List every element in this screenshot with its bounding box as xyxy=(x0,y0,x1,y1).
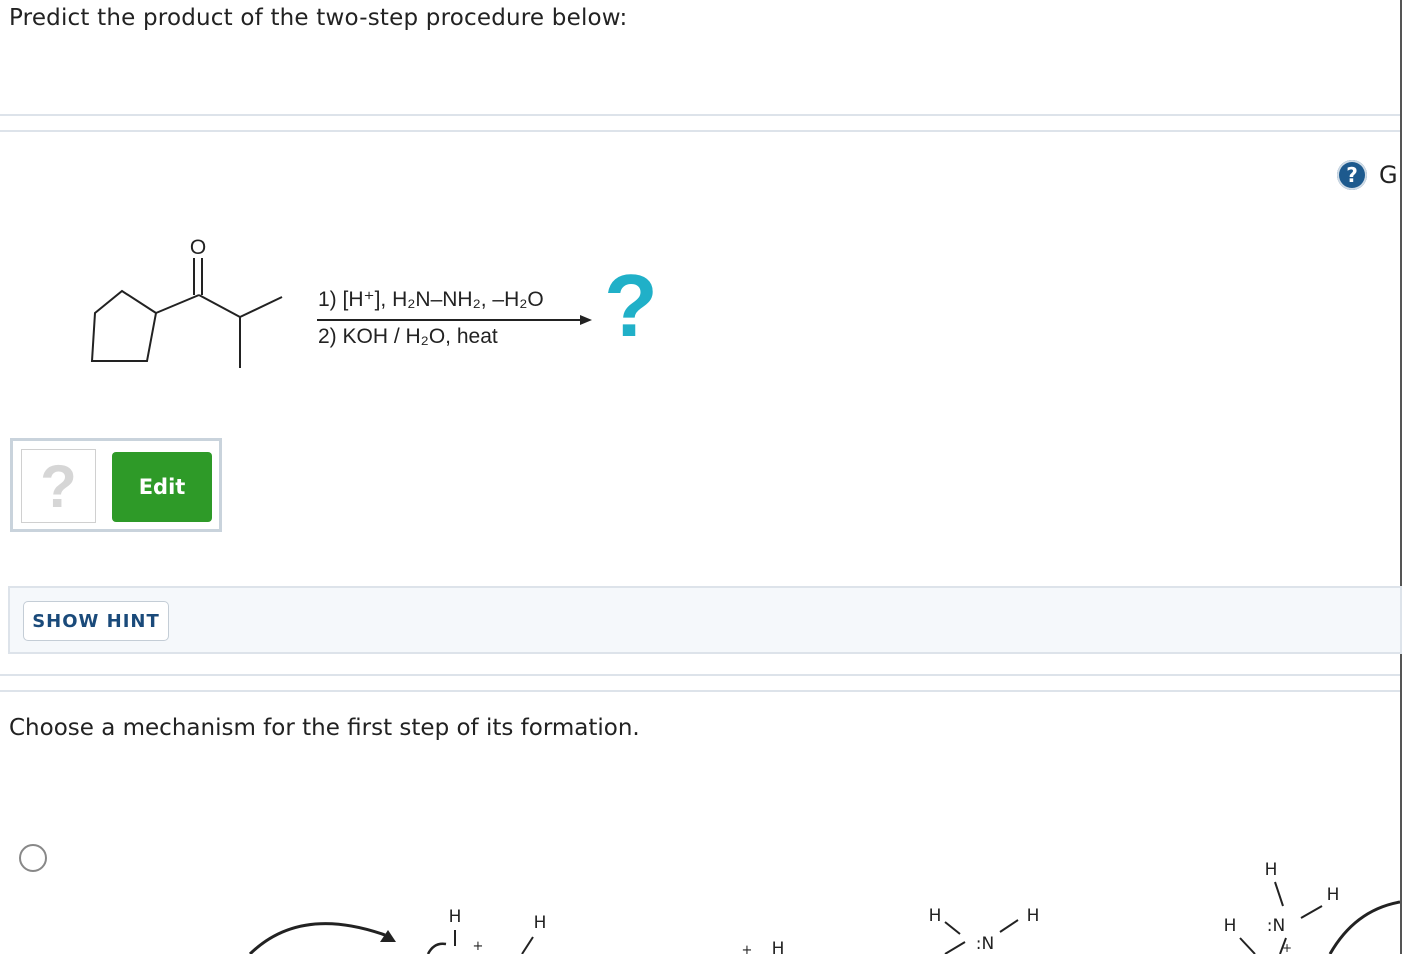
bond-h8 xyxy=(1239,937,1256,954)
label-h1: H xyxy=(449,907,462,927)
label-h7: H xyxy=(1327,885,1340,905)
bond-ch-methyl-right xyxy=(239,296,283,318)
cyclopentane-ring xyxy=(90,289,158,362)
show-hint-button[interactable]: SHOW HINT xyxy=(23,601,169,641)
reaction-arrowhead xyxy=(580,315,592,325)
mechanism-prompt: Choose a mechanism for the first step of… xyxy=(9,715,640,741)
help-label[interactable]: G xyxy=(1379,161,1398,189)
edit-button[interactable]: Edit xyxy=(112,452,212,522)
curved-arrow-1 xyxy=(248,922,386,954)
reagent-step2: 2) KOH / H₂O, heat xyxy=(318,325,498,348)
label-h8: H xyxy=(1224,916,1237,936)
label-n2: :N xyxy=(1267,916,1285,936)
label-h5: H xyxy=(1027,906,1040,926)
bond-h2 xyxy=(521,936,534,954)
help-group[interactable]: ? G xyxy=(1337,160,1398,190)
bond-h6 xyxy=(1274,881,1284,907)
bond-carbonyl-ch xyxy=(198,294,241,318)
label-h2: H xyxy=(534,913,547,933)
question-prompt: Predict the product of the two-step proc… xyxy=(9,5,628,31)
hint-bar: SHOW HINT xyxy=(8,586,1402,654)
label-plus1: + xyxy=(473,939,484,954)
label-h3: H xyxy=(772,939,785,954)
divider-bottom xyxy=(0,674,1400,692)
oxygen-label: O xyxy=(190,236,206,259)
product-question-mark: ? xyxy=(604,256,658,355)
label-h4: H xyxy=(929,906,942,926)
bond-h5 xyxy=(999,919,1019,933)
label-plus3: + xyxy=(1282,941,1292,954)
page: Predict the product of the two-step proc… xyxy=(0,0,1404,954)
label-plus2: + xyxy=(742,943,753,954)
bond-n1-down xyxy=(944,941,966,954)
question-circle-icon[interactable]: ? xyxy=(1337,160,1367,190)
label-n1: :N xyxy=(976,934,994,954)
label-h6: H xyxy=(1265,860,1278,880)
bond-ring-carbonyl xyxy=(155,294,200,314)
answer-box: ? Edit xyxy=(10,438,222,532)
bond-h4 xyxy=(944,921,961,935)
answer-placeholder[interactable]: ? xyxy=(21,449,96,523)
divider-top xyxy=(0,114,1400,132)
curved-arrow-1-head xyxy=(380,930,396,942)
fragment-carbon xyxy=(426,942,447,954)
curved-arrow-2 xyxy=(1328,900,1400,954)
reagent-step1: 1) [H⁺], H₂N–NH₂, –H₂O xyxy=(318,288,544,311)
right-edge-border xyxy=(1400,0,1402,954)
bond-h7 xyxy=(1300,905,1323,919)
mechanism-drawing: H + H + H H :N H H H H :N + xyxy=(248,860,1400,954)
